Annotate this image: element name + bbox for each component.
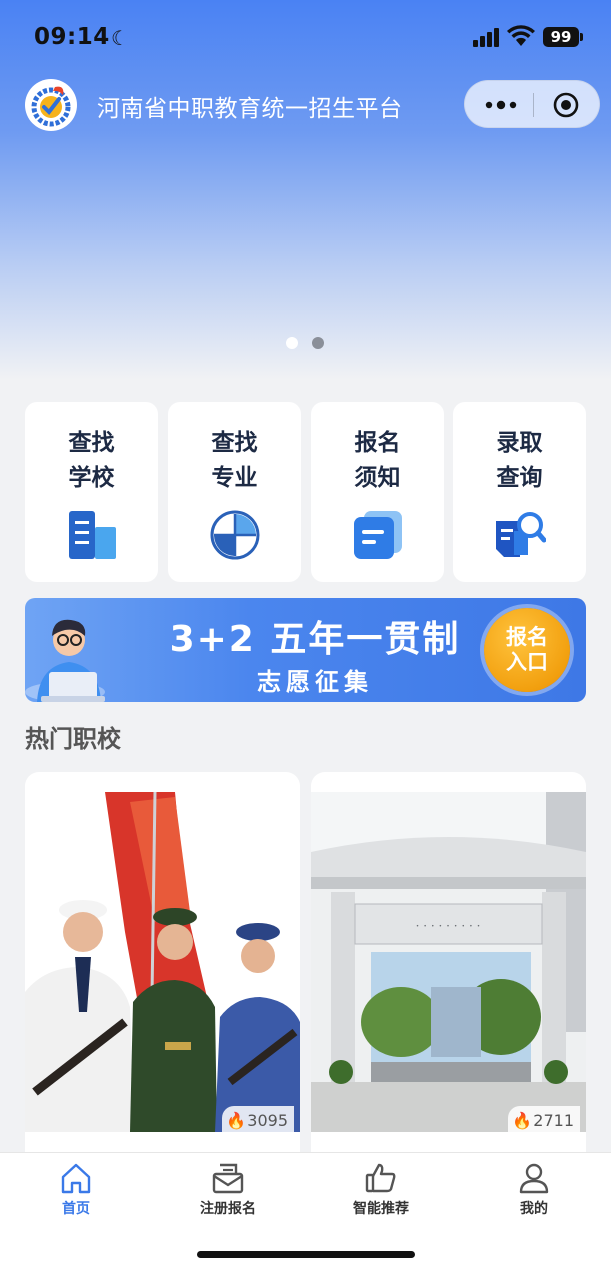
fire-icon: 🔥 [512,1111,533,1130]
find-school-card[interactable]: 查找 学校 [25,402,158,582]
miniprogram-capsule [464,80,600,128]
tab-label: 智能推荐 [353,1201,409,1217]
promo-banner[interactable]: 3+2 五年一贯制 志愿征集 报名 入口 [25,598,586,702]
tab-home[interactable]: 首页 [0,1153,152,1233]
button-label: 报名 [506,625,548,649]
more-icon[interactable] [483,92,519,118]
registration-notice-card[interactable]: 报名 须知 [311,402,444,582]
signal-icon [473,27,501,47]
app-title: 河南省中职教育统一招生平台 [97,96,403,122]
moon-icon: ☾ [111,26,129,50]
close-miniprogram-icon[interactable] [553,92,579,118]
document-icon [354,511,402,559]
mail-icon [212,1163,244,1194]
view-count: 2711 [533,1111,574,1130]
person-laptop-illustration [25,619,105,702]
section-title: 热门职校 [25,725,121,753]
status-time: 09:14 [34,24,110,50]
building-icon [69,511,116,559]
home-icon [61,1163,91,1194]
school-card[interactable]: · · · · · · · · · 🔥2711 [311,772,586,1162]
card-label: 须知 [354,465,401,491]
tab-label: 注册报名 [200,1201,256,1217]
school-card[interactable]: 🔥3095 [25,772,300,1162]
tab-label: 我的 [520,1201,548,1217]
card-label: 查询 [496,465,543,491]
honor-guard-photo [25,792,300,1132]
admission-query-card[interactable]: 录取 查询 [453,402,586,582]
status-bar: 09:14 ☾ 99 [0,0,611,72]
card-label: 报名 [354,430,401,456]
user-icon [519,1163,549,1194]
button-label: 入口 [506,650,548,674]
thumbs-up-icon [365,1163,396,1193]
card-label: 学校 [68,465,115,491]
carousel-dot-active[interactable] [286,337,298,349]
app-logo [25,79,77,131]
pie-chart-icon [210,510,260,560]
register-entry-button[interactable]: 报名 入口 [484,608,570,692]
carousel-indicator [286,337,333,356]
card-label: 查找 [211,430,258,456]
fire-icon: 🔥 [226,1111,247,1130]
svg-text:· · · · · · · · ·: · · · · · · · · · [416,919,481,933]
view-count: 3095 [247,1111,288,1130]
tab-register[interactable]: 注册报名 [152,1153,304,1233]
home-indicator[interactable] [197,1251,415,1258]
view-count-badge: 🔥3095 [222,1106,294,1136]
tab-mine[interactable]: 我的 [458,1153,610,1233]
capsule-divider [533,93,534,117]
school-gate-photo: · · · · · · · · · [311,792,586,1132]
search-doc-icon [496,512,546,557]
find-major-card[interactable]: 查找 专业 [168,402,301,582]
card-label: 查找 [68,430,115,456]
tab-label: 首页 [62,1201,90,1217]
tab-recommend[interactable]: 智能推荐 [305,1153,457,1233]
card-label: 录取 [496,430,543,456]
view-count-badge: 🔥2711 [508,1106,580,1136]
card-label: 专业 [211,465,258,491]
banner-headline: 3+2 五年一贯制 [169,619,461,660]
banner-subline: 志愿征集 [257,668,373,696]
battery-icon: 99 [543,27,583,47]
carousel-dot[interactable] [312,337,325,349]
wifi-icon [507,25,535,46]
